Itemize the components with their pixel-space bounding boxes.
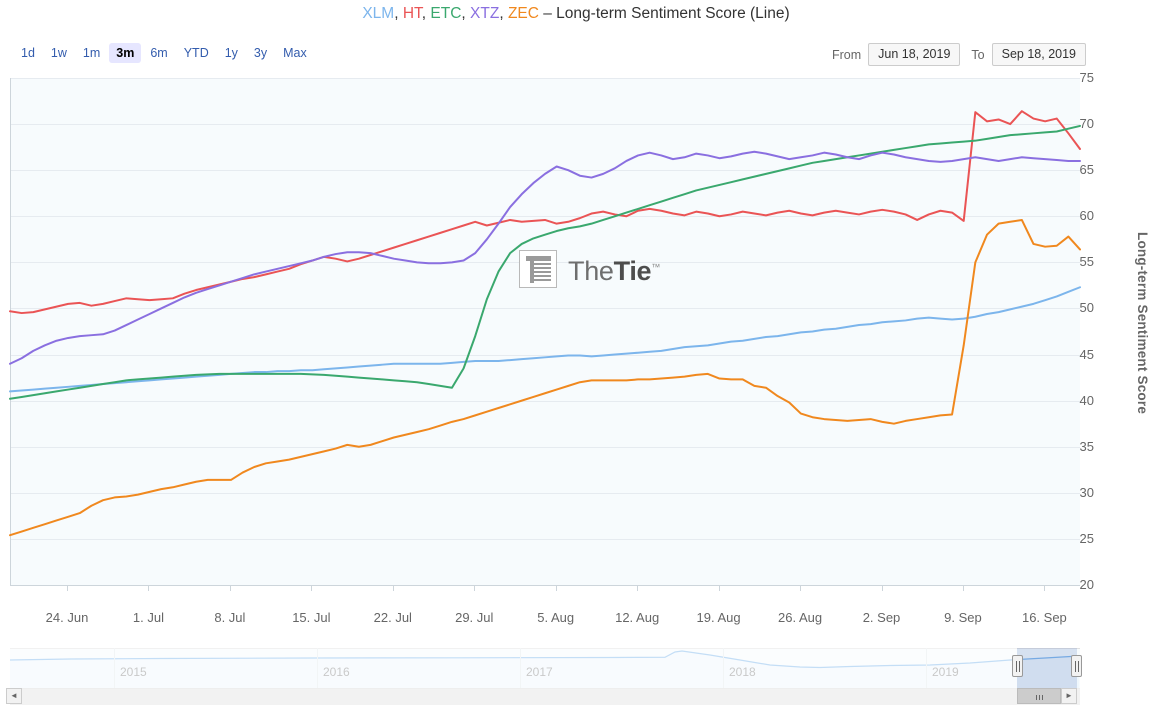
x-tick-label: 16. Sep: [1021, 610, 1067, 625]
gridline: [10, 216, 1080, 218]
x-tick-label: 8. Jul: [214, 610, 246, 625]
watermark-the: The: [568, 256, 614, 286]
y-tick-label: 65: [1079, 162, 1094, 178]
y-tick-label: 35: [1079, 438, 1094, 454]
watermark-tm: ™: [651, 262, 660, 272]
gridline: [10, 78, 1080, 79]
navigator-handle-left[interactable]: [1012, 655, 1023, 677]
gridline: [10, 492, 1080, 494]
x-tick-label: 1. Jul: [132, 610, 164, 625]
navigator-handle-right[interactable]: [1071, 655, 1082, 677]
x-tick-label: 19. Aug: [696, 610, 741, 625]
y-tick-label: 25: [1079, 530, 1094, 546]
x-tick-label: 15. Jul: [292, 610, 331, 625]
x-tick: [881, 586, 883, 591]
x-tick-label: 2. Sep: [862, 610, 901, 625]
watermark-tie: Tie: [613, 256, 652, 286]
x-tick: [1044, 586, 1046, 591]
thetie-logo-icon: [519, 250, 557, 288]
y-tick-label: 20: [1079, 577, 1094, 592]
y-axis-title: Long-term Sentiment Score: [1135, 232, 1150, 415]
scrollbar-track[interactable]: [10, 688, 1080, 705]
y-tick-label: 70: [1079, 116, 1094, 132]
x-tick: [148, 586, 150, 591]
y-tick-label: 60: [1079, 208, 1094, 224]
plot-background: [10, 78, 1080, 586]
x-tick: [637, 586, 639, 591]
watermark: TheTie™: [519, 250, 660, 288]
x-tick: [392, 586, 394, 591]
gridline: [10, 446, 1080, 448]
gridline: [10, 538, 1080, 540]
navigator-dim-left: [10, 648, 1017, 688]
y-tick-label: 50: [1079, 300, 1094, 316]
scrollbar-thumb[interactable]: [1017, 688, 1061, 704]
y-axis-line: [10, 78, 11, 585]
gridline: [10, 400, 1080, 402]
y-tick-label: 75: [1079, 70, 1094, 85]
x-tick: [555, 586, 557, 591]
navigator-selection[interactable]: [1017, 648, 1077, 688]
navigator[interactable]: 20152016201720182019: [10, 648, 1082, 689]
x-tick-label: 22. Jul: [373, 610, 412, 625]
plot-area: 20 25 30 35 40 45 50 55 60 65 70 75 24. Jun 1. Jul 8.…: [0, 0, 1152, 720]
scrollbar[interactable]: ◄ ►: [6, 688, 1080, 705]
y-tick-label: 30: [1079, 484, 1094, 500]
x-tick: [311, 586, 313, 591]
y-tick-label: 55: [1079, 254, 1094, 270]
scrollbar-left-button[interactable]: ◄: [6, 688, 22, 704]
scroll-right-icon: ►: [1065, 691, 1073, 700]
x-tick: [962, 586, 964, 591]
gridline: [10, 308, 1080, 310]
x-tick: [229, 586, 231, 591]
x-tick-label: 5. Aug: [537, 610, 575, 625]
y-tick-label: 40: [1079, 392, 1094, 408]
x-axis-line: [10, 585, 1080, 586]
x-tick-label: 26. Aug: [777, 610, 823, 625]
gridline: [10, 354, 1080, 356]
x-tick-label: 12. Aug: [615, 610, 660, 625]
x-tick: [474, 586, 476, 591]
chart-page: XLM, HT, ETC, XTZ, ZEC – Long-term Senti…: [0, 0, 1152, 720]
x-tick: [718, 586, 720, 591]
y-tick-label: 45: [1079, 346, 1094, 362]
x-tick-label: 24. Jun: [45, 610, 89, 625]
x-tick-label: 9. Sep: [944, 610, 982, 625]
scrollbar-right-button[interactable]: ►: [1061, 688, 1077, 704]
gridline: [10, 170, 1080, 172]
gridline: [10, 124, 1080, 126]
x-tick-label: 29. Jul: [455, 610, 494, 625]
x-tick: [67, 586, 68, 591]
watermark-text: TheTie™: [568, 252, 660, 286]
scroll-left-icon: ◄: [10, 691, 18, 700]
x-tick: [800, 586, 802, 591]
